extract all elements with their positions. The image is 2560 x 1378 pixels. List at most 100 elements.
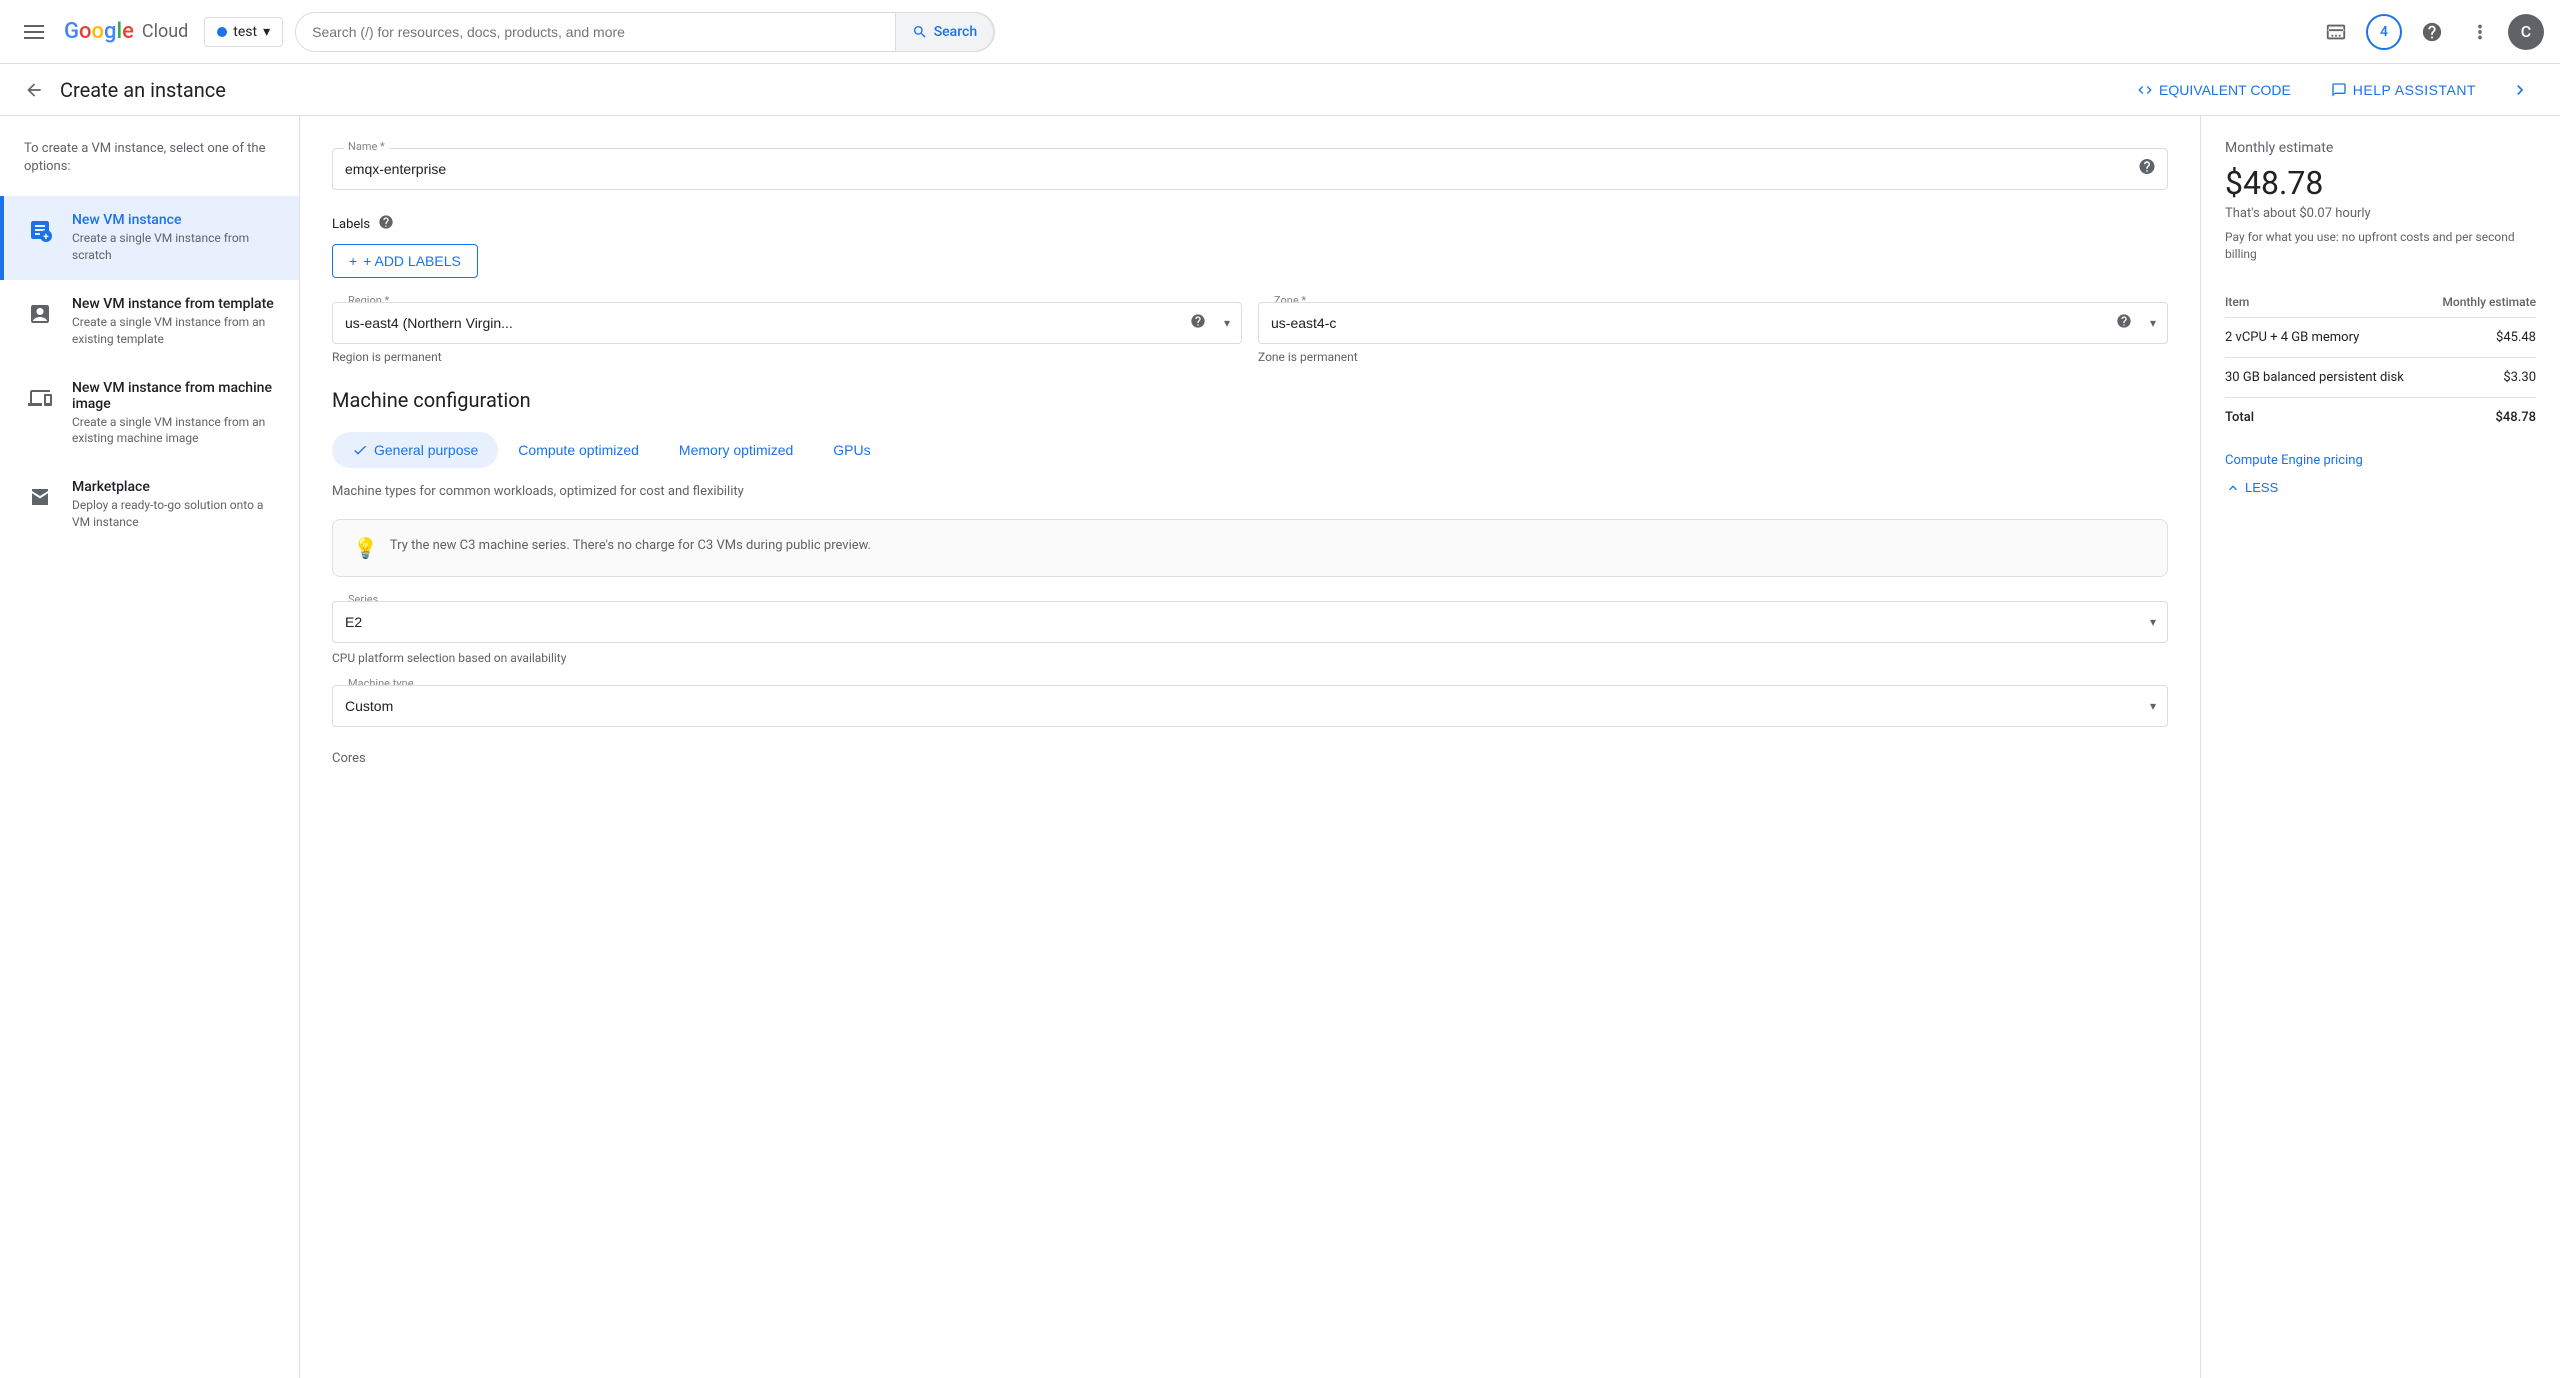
sidebar-item-vm-template-desc: Create a single VM instance from an exis… [72, 314, 275, 348]
pricing-row-0-cost: $45.48 [2429, 317, 2536, 357]
chevron-right-icon [2510, 80, 2530, 100]
equiv-code-label: EQUIVALENT CODE [2159, 82, 2291, 98]
sub-header-actions: EQUIVALENT CODE HELP ASSISTANT [2125, 74, 2536, 106]
pricing-hourly: That's about $0.07 hourly [2225, 206, 2536, 221]
equivalent-code-button[interactable]: EQUIVALENT CODE [2125, 76, 2303, 104]
project-dropdown-icon: ▾ [263, 24, 270, 40]
search-input[interactable] [312, 24, 895, 40]
back-button[interactable] [24, 80, 44, 100]
add-labels-button[interactable]: + + ADD LABELS [332, 244, 478, 278]
vm-image-icon [24, 382, 56, 414]
machine-config-title: Machine configuration [332, 388, 2168, 412]
help-assistant-label: HELP ASSISTANT [2353, 82, 2476, 98]
region-field: Region * us-east4 (Northern Virgin... ▾ [332, 302, 1242, 364]
pricing-row-1-cost: $3.30 [2429, 357, 2536, 397]
info-box: 💡 Try the new C3 machine series. There's… [332, 519, 2168, 577]
terminal-icon [2325, 21, 2347, 43]
tab-compute-optimized[interactable]: Compute optimized [498, 432, 659, 468]
pricing-total-cost: $48.78 [2429, 397, 2536, 437]
help-icon [2421, 21, 2443, 43]
tab-memory-optimized[interactable]: Memory optimized [659, 432, 813, 468]
notification-count[interactable]: 4 [2366, 14, 2402, 50]
sidebar-item-marketplace-title: Marketplace [72, 479, 275, 495]
compute-engine-pricing-link[interactable]: Compute Engine pricing [2225, 453, 2536, 468]
terminal-icon-button[interactable] [2316, 12, 2356, 52]
less-label: LESS [2245, 480, 2278, 495]
pricing-row-1: 30 GB balanced persistent disk $3.30 [2225, 357, 2536, 397]
google-wordmark: G o o g l e [64, 19, 134, 44]
avatar[interactable]: C [2508, 14, 2544, 50]
search-bar: Search [295, 12, 995, 52]
content-area: Name * Labels + + ADD LABELS [300, 116, 2200, 1378]
collapse-button[interactable] [2504, 74, 2536, 106]
pricing-col-estimate: Monthly estimate [2429, 287, 2536, 318]
search-button-label: Search [934, 24, 977, 40]
help-icon-button[interactable] [2412, 12, 2452, 52]
help-assistant-button[interactable]: HELP ASSISTANT [2319, 76, 2488, 104]
search-icon [912, 24, 928, 40]
more-vert-icon [2469, 21, 2491, 43]
sidebar-item-new-vm[interactable]: + New VM instance Create a single VM ins… [0, 196, 299, 280]
region-zone-container: Region * us-east4 (Northern Virgin... ▾ [332, 302, 2168, 364]
sidebar-item-vm-image-title: New VM instance from machine image [72, 380, 275, 412]
cores-section: Cores [332, 751, 2168, 766]
notification-badge[interactable]: 4 [2364, 12, 2404, 52]
chevron-up-icon [2225, 480, 2241, 496]
pricing-total-row: Total $48.78 [2225, 397, 2536, 437]
sidebar: To create a VM instance, select one of t… [0, 116, 300, 1378]
labels-label: Labels [332, 217, 370, 232]
sidebar-item-new-vm-title: New VM instance [72, 212, 275, 228]
add-labels-label: + ADD LABELS [363, 253, 461, 269]
add-labels-icon: + [349, 253, 357, 269]
name-input[interactable] [332, 148, 2168, 190]
tab-gpus-label: GPUs [833, 442, 870, 458]
zone-select[interactable]: us-east4-c [1258, 302, 2168, 344]
machine-type-select[interactable]: Custom [332, 685, 2168, 727]
cpu-note: CPU platform selection based on availabi… [332, 651, 2168, 665]
tab-general-label: General purpose [374, 442, 478, 458]
less-button[interactable]: LESS [2225, 480, 2278, 496]
more-options-icon-button[interactable] [2460, 12, 2500, 52]
hamburger-menu[interactable] [16, 17, 52, 47]
zone-note: Zone is permanent [1258, 350, 2168, 364]
nav-icons: 4 C [2316, 12, 2544, 52]
vm-template-icon [24, 298, 56, 330]
zone-field: Zone * us-east4-c ▾ [1258, 302, 2168, 364]
series-select[interactable]: E2 [332, 601, 2168, 643]
chat-icon [2331, 82, 2347, 98]
pricing-table: Item Monthly estimate 2 vCPU + 4 GB memo… [2225, 287, 2536, 437]
labels-help-icon[interactable] [378, 214, 394, 234]
pricing-row-0-item: 2 vCPU + 4 GB memory [2225, 317, 2429, 357]
name-field-label: Name * [344, 140, 389, 153]
project-dot-icon [217, 27, 227, 37]
name-help-icon[interactable] [2138, 158, 2156, 181]
sidebar-item-vm-template-title: New VM instance from template [72, 296, 275, 312]
pricing-col-item: Item [2225, 287, 2429, 318]
region-select[interactable]: us-east4 (Northern Virgin... [332, 302, 1242, 344]
main-layout: To create a VM instance, select one of t… [0, 116, 2560, 1378]
pricing-title: Monthly estimate [2225, 140, 2536, 156]
sidebar-item-new-vm-desc: Create a single VM instance from scratch [72, 230, 275, 264]
search-button[interactable]: Search [895, 12, 994, 52]
pricing-note: Pay for what you use: no upfront costs a… [2225, 229, 2536, 263]
pricing-row-0: 2 vCPU + 4 GB memory $45.48 [2225, 317, 2536, 357]
svg-text:+: + [43, 232, 49, 242]
page-title: Create an instance [60, 78, 2109, 102]
sidebar-item-vm-template[interactable]: New VM instance from template Create a s… [0, 280, 299, 364]
zone-info-icon[interactable] [2116, 313, 2132, 333]
region-info-icon[interactable] [1190, 313, 1206, 333]
series-field-wrapper: Series E2 ▾ [332, 601, 2168, 643]
tab-memory-label: Memory optimized [679, 442, 793, 458]
pricing-row-1-item: 30 GB balanced persistent disk [2225, 357, 2429, 397]
region-zone-row: Region * us-east4 (Northern Virgin... ▾ [332, 302, 2168, 364]
pricing-panel: Monthly estimate $48.78 That's about $0.… [2200, 116, 2560, 1378]
project-selector[interactable]: test ▾ [204, 17, 283, 47]
tab-general-purpose[interactable]: General purpose [332, 432, 498, 468]
code-icon [2137, 82, 2153, 98]
sidebar-item-vm-image[interactable]: New VM instance from machine image Creat… [0, 364, 299, 464]
sub-header: Create an instance EQUIVALENT CODE HELP … [0, 64, 2560, 116]
tab-gpus[interactable]: GPUs [813, 432, 890, 468]
back-arrow-icon [24, 80, 44, 100]
cores-label: Cores [332, 751, 366, 766]
sidebar-item-marketplace[interactable]: Marketplace Deploy a ready-to-go solutio… [0, 463, 299, 547]
